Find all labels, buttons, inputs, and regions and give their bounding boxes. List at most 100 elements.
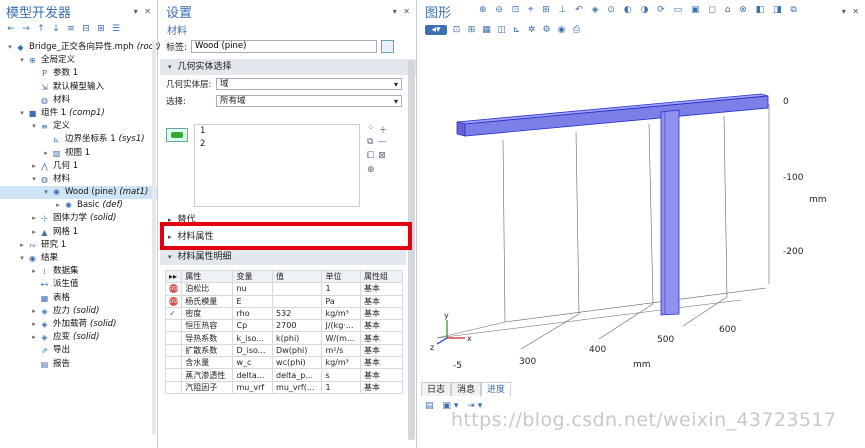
cell-value[interactable]: delta_p... xyxy=(272,368,323,382)
move-down-icon[interactable]: ↓ xyxy=(51,24,61,34)
expand-arrow-icon[interactable]: ▸ xyxy=(30,160,38,173)
geometry-selection-section[interactable]: ▾ 几何实体选择 xyxy=(160,59,416,75)
cell-value[interactable]: mu_vrf(... xyxy=(272,380,323,394)
column-header[interactable]: 值 xyxy=(272,269,323,284)
tree-node[interactable]: ▾ ≡ 定义 xyxy=(0,120,157,133)
view-menu-icon[interactable]: ◂▾ xyxy=(425,25,447,35)
expand-arrow-icon[interactable]: ▸ xyxy=(30,226,38,239)
show-icon[interactable]: ≡ xyxy=(66,24,76,34)
tree-node[interactable]: ▸ ◈ 应变 (solid) xyxy=(0,331,157,344)
collapse-arrow-icon[interactable]: ▾ xyxy=(42,186,50,199)
tree-node[interactable]: ▸ ⁞ 数据集 xyxy=(0,265,157,278)
expand-arrow-icon[interactable]: ▸ xyxy=(30,212,38,225)
cell-value[interactable] xyxy=(272,282,323,296)
expand-arrow-icon[interactable]: ▸ xyxy=(18,239,26,252)
cell-value[interactable]: 532 xyxy=(272,306,323,321)
collapse-arrow-icon[interactable]: ▾ xyxy=(6,41,14,54)
cell-value[interactable]: Dw(phi) xyxy=(272,343,323,358)
collapse-arrow-icon[interactable]: ▾ xyxy=(18,252,26,265)
graphics-toolbar-row1[interactable]: ⊕ ⊖ ⊡ ⌖ ⊞ ⊥ ↶ ◈ ⊙ ◐ ◑ ⟳ ▭ ▣ ◻ ⌂ ⊗ ◧ ◨ ⧉ xyxy=(479,5,800,15)
table-row[interactable]: 恒压热容 Cp 2700 J/(kg·... 基本 xyxy=(164,319,403,333)
collapse-icon[interactable]: ⊟ xyxy=(81,24,91,34)
tree-node[interactable]: ▸ ▲ 网格 1 xyxy=(0,226,157,239)
tree-node[interactable]: ▸ ∾ 研究 1 xyxy=(0,239,157,252)
tree-node[interactable]: ▸ ◈ 外加载荷 (solid) xyxy=(0,318,157,331)
tree-node[interactable]: ⊾ 边界坐标系 1 (sys1) xyxy=(0,133,157,146)
transparency-icon[interactable]: ◫ xyxy=(496,25,507,35)
tree-node[interactable]: ▾ ✺ Wood (pine) (mat1) xyxy=(0,186,157,200)
expand-arrow-icon[interactable]: ▸ xyxy=(30,305,38,318)
list-item[interactable]: 1 xyxy=(195,125,359,138)
graphics-canvas[interactable]: 0 -100 -200 mm 300 400 500 600 mm -5 y x… xyxy=(421,52,861,378)
tree-node[interactable]: P 参数 1 xyxy=(0,67,157,80)
zoom-box-icon[interactable]: ⊡ xyxy=(451,25,462,35)
column-header[interactable]: 属性组 xyxy=(360,269,403,284)
expand-arrow-icon[interactable]: ▸ xyxy=(30,265,38,278)
scene-light-icon[interactable]: ✲ xyxy=(526,25,537,35)
cell-value[interactable]: 2700 xyxy=(272,319,323,333)
collapse-arrow-icon[interactable]: ▾ xyxy=(18,107,26,120)
expand-arrow-icon[interactable]: ▸ xyxy=(54,199,62,212)
pin-icon[interactable]: ▾ ✕ xyxy=(134,7,153,16)
tree-node[interactable]: ▾ ◉ 结果 xyxy=(0,252,157,265)
forward-arrow-icon[interactable]: → xyxy=(21,24,31,34)
material-properties-detail-section[interactable]: ▾ 材料属性明细 xyxy=(160,249,406,265)
axes-icon[interactable]: ⊾ xyxy=(511,25,522,35)
tree-node[interactable]: ▸ ⊹ 固体力学 (solid) xyxy=(0,212,157,225)
tab-log[interactable]: 日志 xyxy=(421,382,452,396)
tree-node[interactable]: ⊷ 派生值 xyxy=(0,278,157,291)
column-header[interactable]: 单位 xyxy=(321,269,362,284)
tree-node[interactable]: ▸ ▧ 视图 1 xyxy=(0,147,157,160)
tree-node[interactable]: ▾ ◍ 材料 xyxy=(0,173,157,186)
tree-node[interactable]: ▾ ■ 组件 1 (comp1) xyxy=(0,107,157,120)
tree-node[interactable]: ▸ ⋀ 几何 1 xyxy=(0,160,157,173)
clear-icon[interactable]: ⊠ xyxy=(378,151,386,165)
menu-icon[interactable]: ☰ xyxy=(111,24,121,34)
table-row[interactable]: 汽阻因子 mu_vrf mu_vrf(... 1 基本 xyxy=(164,380,403,394)
copy-icon[interactable]: ⧉ xyxy=(367,137,373,151)
list-item[interactable]: 2 xyxy=(195,138,359,151)
tree-node[interactable]: ▾ ◆ Bridge_正交各向异性.mph (root) xyxy=(0,41,160,54)
tree-node[interactable]: ⇗ 导出 xyxy=(0,344,157,357)
back-arrow-icon[interactable]: ← xyxy=(6,24,16,34)
cell-value[interactable]: k(phi) xyxy=(272,331,323,345)
table-row[interactable]: 扩散系数 D_iso... Dw(phi) m²/s 基本 xyxy=(164,343,403,358)
tab-messages[interactable]: 消息 xyxy=(451,382,482,396)
paste-icon[interactable]: ⧠ xyxy=(367,151,374,165)
pin-icon[interactable]: ▾ ✕ xyxy=(842,7,861,16)
expand-arrow-icon[interactable]: ▸ xyxy=(30,331,38,344)
column-header[interactable]: 变量 xyxy=(232,269,274,284)
table-row[interactable]: ✓ 密度 rho 532 kg/m³ 基本 xyxy=(164,306,403,321)
cell-value[interactable]: wc(phi) xyxy=(272,356,323,370)
print-icon[interactable]: ⎙ xyxy=(571,25,582,35)
zoom-extents-icon[interactable]: ⊞ xyxy=(466,25,477,35)
remove-icon[interactable]: — xyxy=(377,137,386,151)
settings-scrollbar[interactable] xyxy=(408,60,415,440)
selection-select[interactable]: 所有域 xyxy=(216,94,402,107)
select-icon[interactable]: ⁘ xyxy=(367,123,375,137)
expand-arrow-icon[interactable]: ▸ xyxy=(30,318,38,331)
collapse-arrow-icon[interactable]: ▾ xyxy=(30,120,38,133)
geometry-level-select[interactable]: 域 xyxy=(216,77,402,90)
add-icon[interactable]: ＋ xyxy=(379,123,388,137)
tree-node[interactable]: ▦ 表格 xyxy=(0,292,157,305)
label-reset-icon[interactable] xyxy=(381,39,395,53)
table-row[interactable]: STOP 杨氏模量 E Pa 基本 xyxy=(164,294,403,308)
tree-node[interactable]: ⇲ 默认模型输入 xyxy=(0,81,157,94)
tree-node[interactable]: ▸ ✺ Basic (def) xyxy=(0,199,157,212)
tree-node[interactable]: ◍ 材料 xyxy=(0,94,157,107)
collapse-arrow-icon[interactable]: ▾ xyxy=(18,54,26,67)
column-header[interactable]: 属性 xyxy=(181,269,234,284)
collapse-arrow-icon[interactable]: ▾ xyxy=(30,173,38,186)
table-row[interactable]: 含水量 w_c wc(phi) kg/m³ 基本 xyxy=(164,356,403,370)
table-row[interactable]: 蒸汽渗透性 delta... delta_p... s 基本 xyxy=(164,368,403,382)
cell-value[interactable] xyxy=(272,294,323,308)
camera-icon[interactable]: ◉ xyxy=(556,25,567,35)
tree-node[interactable]: ▤ 报告 xyxy=(0,358,157,371)
column-sort-icon[interactable]: ▸▸ xyxy=(164,269,183,284)
pin-icon[interactable]: ▾ ✕ xyxy=(393,7,412,16)
label-input[interactable] xyxy=(191,39,378,53)
tree-node[interactable]: ▾ ⊕ 全局定义 xyxy=(0,54,157,67)
selection-list[interactable]: 1 2 xyxy=(194,124,360,207)
tab-progress[interactable]: 进度 xyxy=(481,382,512,396)
